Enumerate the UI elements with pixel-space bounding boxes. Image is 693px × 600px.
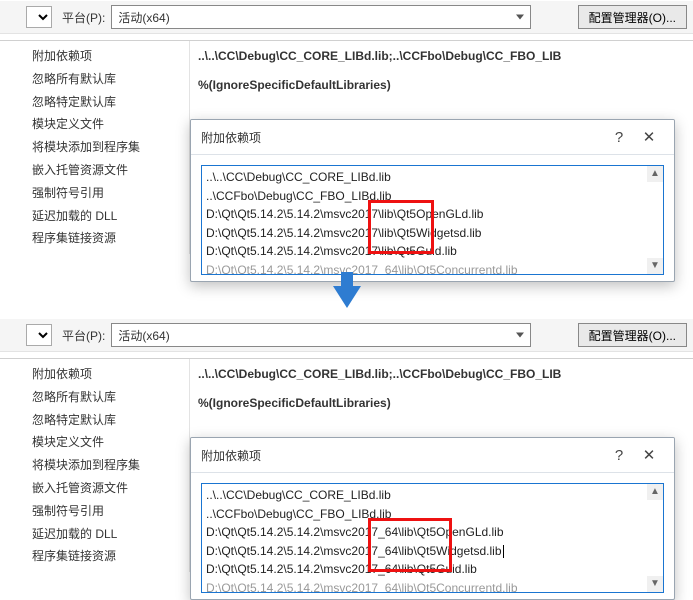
scroll-down-icon[interactable]: ▼ — [647, 576, 663, 592]
prop-item[interactable]: 忽略特定默认库 — [28, 91, 189, 114]
prop-item[interactable]: 嵌入托管资源文件 — [28, 159, 189, 182]
prop-item[interactable]: 延迟加载的 DLL — [28, 205, 189, 228]
platform-label: 平台(P): — [62, 327, 105, 344]
close-button[interactable]: ✕ — [634, 126, 664, 148]
dep-line: D:\Qt\Qt5.14.2\5.14.2\msvc2017_64\lib\Qt… — [206, 261, 659, 275]
arrow-down-icon — [333, 286, 361, 308]
panel-before: 平台(P): 活动(x64) 配置管理器(O)... 附加依赖项 忽略所有默认库… — [0, 0, 693, 275]
dep-line: ..\..\CC\Debug\CC_CORE_LIBd.lib — [206, 168, 659, 187]
toolbar: 平台(P): 活动(x64) 配置管理器(O)... — [0, 319, 693, 352]
close-button[interactable]: ✕ — [634, 444, 664, 466]
prop-item[interactable]: 程序集链接资源 — [28, 545, 189, 568]
dialog-title-text: 附加依赖项 — [201, 447, 261, 464]
prop-item[interactable]: 程序集链接资源 — [28, 227, 189, 250]
dep-line: D:\Qt\Qt5.14.2\5.14.2\msvc2017_64\lib\Qt… — [206, 579, 659, 593]
prop-item[interactable]: 忽略所有默认库 — [28, 68, 189, 91]
config-manager-button[interactable]: 配置管理器(O)... — [578, 323, 687, 347]
dep-line: ..\CCFbo\Debug\CC_FBO_LIBd.lib — [206, 187, 659, 206]
additional-deps-dialog: 附加依赖项 ? ✕ ..\..\CC\Debug\CC_CORE_LIBd.li… — [190, 437, 675, 600]
dialog-titlebar: 附加依赖项 ? ✕ — [191, 120, 674, 155]
dialog-title-text: 附加依赖项 — [201, 129, 261, 146]
prop-item[interactable]: 强制符号引用 — [28, 500, 189, 523]
prop-item[interactable]: 强制符号引用 — [28, 182, 189, 205]
dep-line: ..\..\CC\Debug\CC_CORE_LIBd.lib — [206, 486, 659, 505]
dep-line: ..\CCFbo\Debug\CC_FBO_LIBd.lib — [206, 505, 659, 524]
prop-item[interactable]: 嵌入托管资源文件 — [28, 477, 189, 500]
ignore-specific-value[interactable]: %(IgnoreSpecificDefaultLibraries) — [196, 74, 687, 97]
platform-value: 活动(x64) — [118, 9, 169, 26]
config-manager-button[interactable]: 配置管理器(O)... — [578, 5, 687, 29]
additional-deps-value[interactable]: ..\..\CC\Debug\CC_CORE_LIBd.lib;..\CCFbo… — [196, 45, 687, 68]
vertical-scrollbar[interactable]: ▲ ▼ — [647, 484, 663, 592]
deps-textarea[interactable]: ..\..\CC\Debug\CC_CORE_LIBd.lib ..\CCFbo… — [201, 483, 664, 593]
prop-item[interactable]: 将模块添加到程序集 — [28, 454, 189, 477]
configuration-dropdown[interactable] — [26, 6, 52, 28]
dep-line: D:\Qt\Qt5.14.2\5.14.2\msvc2017\lib\Qt5Wi… — [206, 224, 659, 243]
prop-item[interactable]: 忽略所有默认库 — [28, 386, 189, 409]
dialog-body: ..\..\CC\Debug\CC_CORE_LIBd.lib ..\CCFbo… — [191, 473, 674, 599]
scroll-up-icon[interactable]: ▲ — [647, 166, 663, 182]
dep-line: D:\Qt\Qt5.14.2\5.14.2\msvc2017_64\lib\Qt… — [206, 542, 659, 561]
scroll-down-icon[interactable]: ▼ — [647, 258, 663, 274]
platform-dropdown[interactable]: 活动(x64) — [111, 323, 531, 347]
prop-item[interactable]: 模块定义文件 — [28, 431, 189, 454]
scroll-up-icon[interactable]: ▲ — [647, 484, 663, 500]
prop-item[interactable]: 模块定义文件 — [28, 113, 189, 136]
prop-item[interactable]: 延迟加载的 DLL — [28, 523, 189, 546]
configuration-dropdown[interactable] — [26, 324, 52, 346]
property-names: 附加依赖项 忽略所有默认库 忽略特定默认库 模块定义文件 将模块添加到程序集 嵌… — [0, 359, 190, 572]
dialog-titlebar: 附加依赖项 ? ✕ — [191, 438, 674, 473]
additional-deps-value[interactable]: ..\..\CC\Debug\CC_CORE_LIBd.lib;..\CCFbo… — [196, 363, 687, 386]
deps-textarea[interactable]: ..\..\CC\Debug\CC_CORE_LIBd.lib ..\CCFbo… — [201, 165, 664, 275]
help-button[interactable]: ? — [604, 126, 634, 148]
additional-deps-dialog: 附加依赖项 ? ✕ ..\..\CC\Debug\CC_CORE_LIBd.li… — [190, 119, 675, 282]
panel-after: 平台(P): 活动(x64) 配置管理器(O)... 附加依赖项 忽略所有默认库… — [0, 318, 693, 593]
toolbar: 平台(P): 活动(x64) 配置管理器(O)... — [0, 1, 693, 34]
vertical-scrollbar[interactable]: ▲ ▼ — [647, 166, 663, 274]
dep-line: D:\Qt\Qt5.14.2\5.14.2\msvc2017_64\lib\Qt… — [206, 560, 659, 579]
platform-label: 平台(P): — [62, 9, 105, 26]
help-button[interactable]: ? — [604, 444, 634, 466]
prop-item[interactable]: 附加依赖项 — [28, 363, 189, 386]
property-names: 附加依赖项 忽略所有默认库 忽略特定默认库 模块定义文件 将模块添加到程序集 嵌… — [0, 41, 190, 254]
platform-value: 活动(x64) — [118, 327, 169, 344]
dep-line: D:\Qt\Qt5.14.2\5.14.2\msvc2017\lib\Qt5Gu… — [206, 242, 659, 261]
dialog-body: ..\..\CC\Debug\CC_CORE_LIBd.lib ..\CCFbo… — [191, 155, 674, 281]
dep-line: D:\Qt\Qt5.14.2\5.14.2\msvc2017\lib\Qt5Op… — [206, 205, 659, 224]
prop-item[interactable]: 附加依赖项 — [28, 45, 189, 68]
prop-item[interactable]: 忽略特定默认库 — [28, 409, 189, 432]
prop-item[interactable]: 将模块添加到程序集 — [28, 136, 189, 159]
ignore-specific-value[interactable]: %(IgnoreSpecificDefaultLibraries) — [196, 392, 687, 415]
dep-line: D:\Qt\Qt5.14.2\5.14.2\msvc2017_64\lib\Qt… — [206, 523, 659, 542]
platform-dropdown[interactable]: 活动(x64) — [111, 5, 531, 29]
